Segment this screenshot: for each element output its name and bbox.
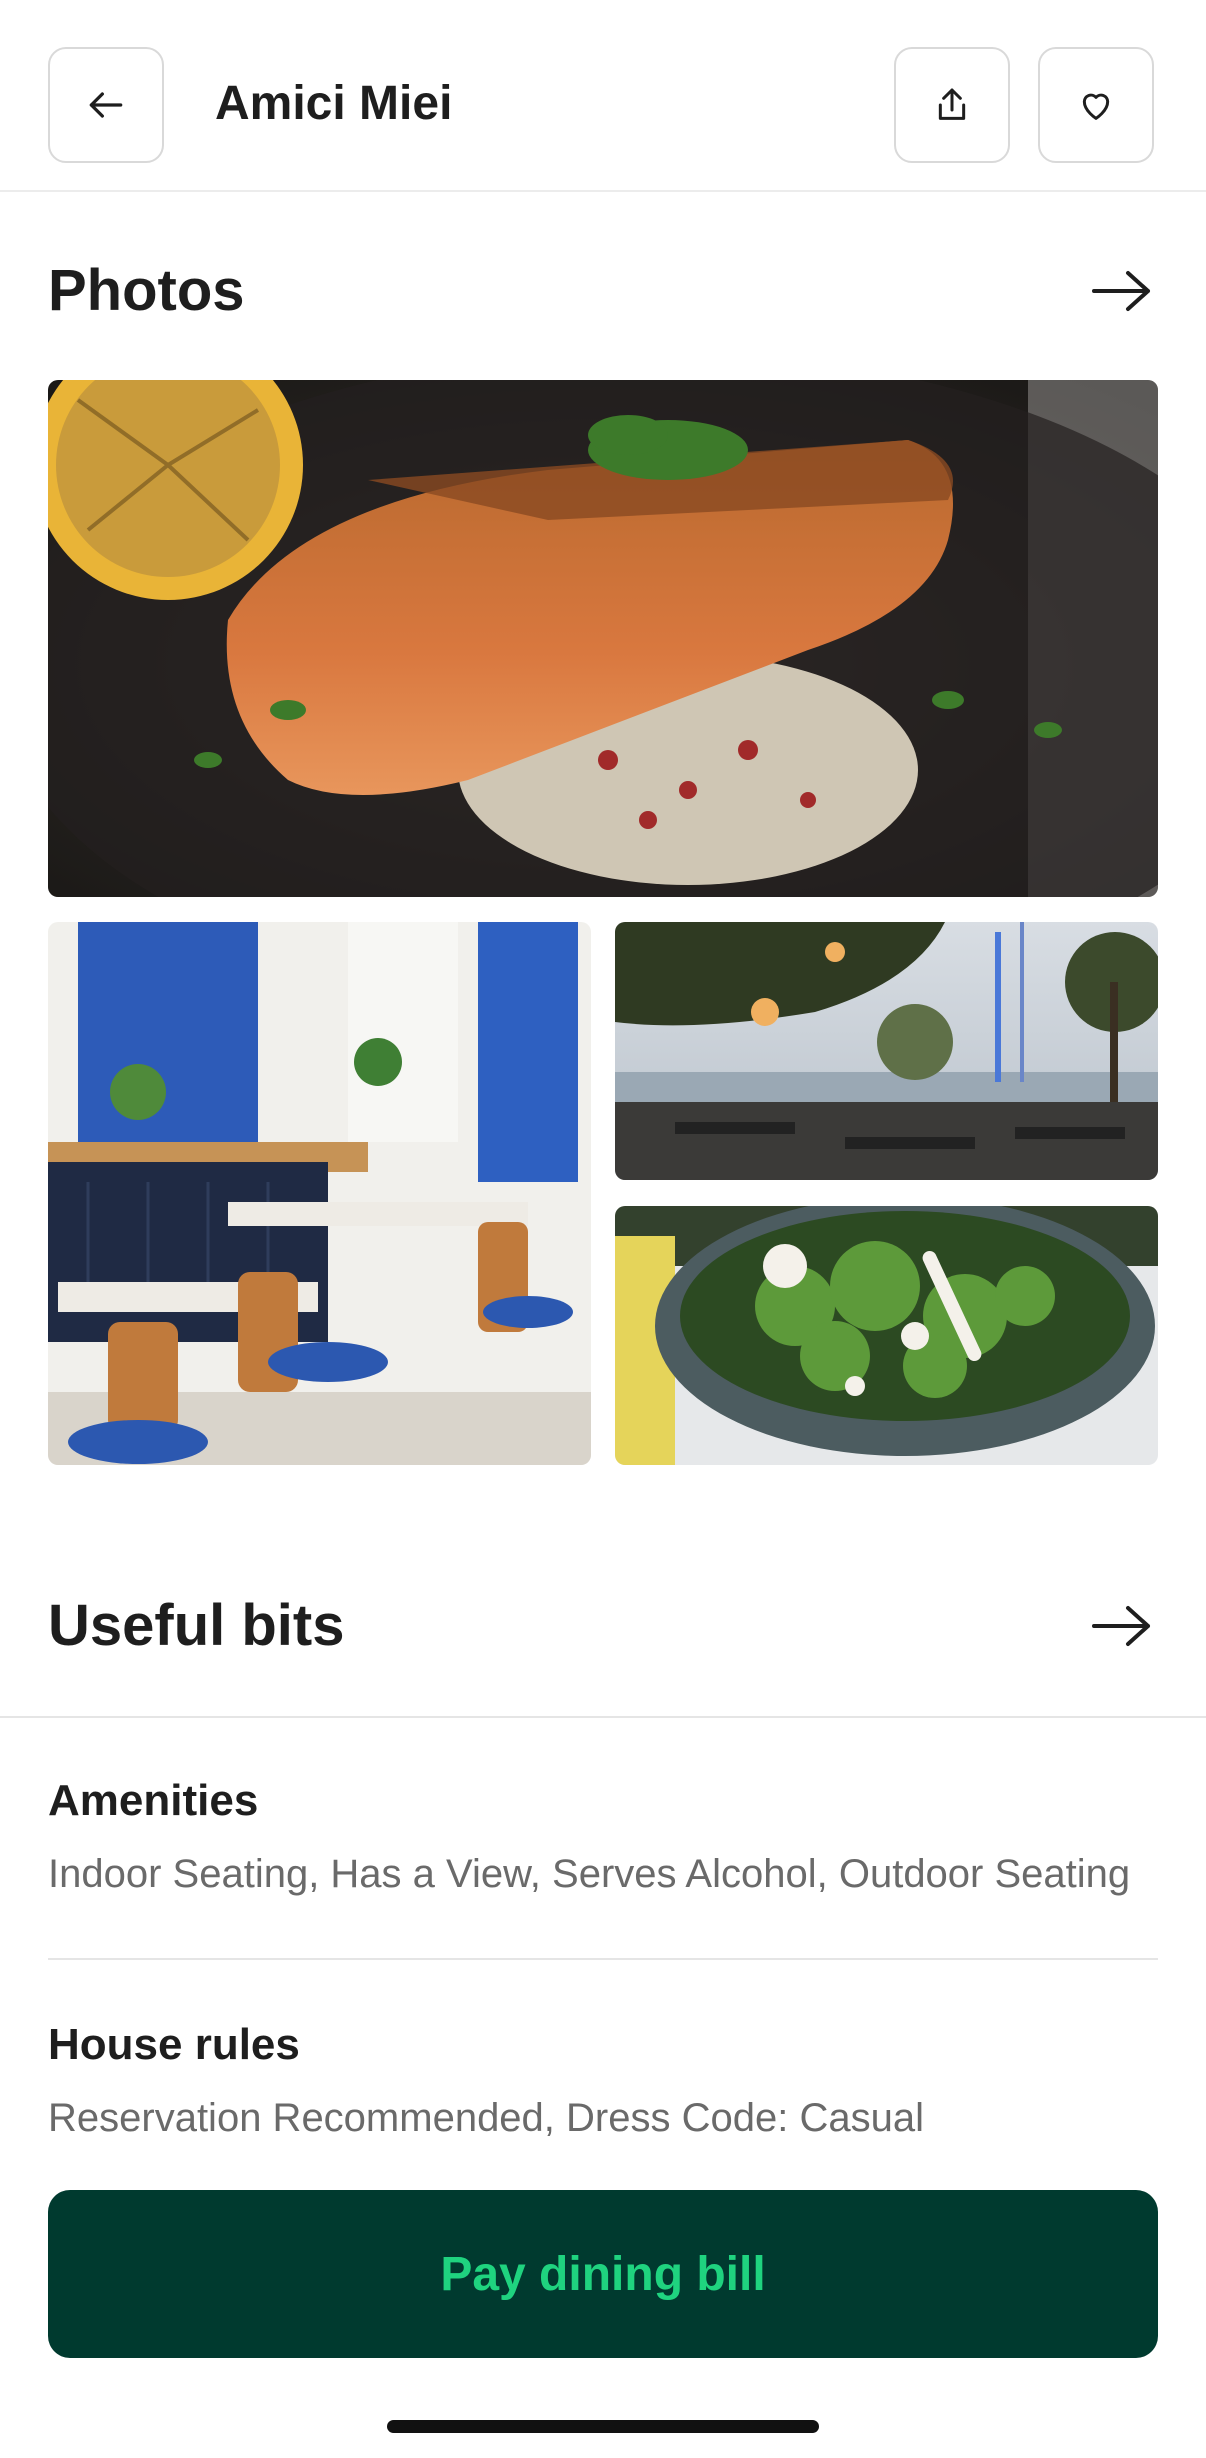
- photos-see-all-button[interactable]: [1088, 268, 1154, 314]
- house-rules-title: House rules: [48, 2020, 300, 2069]
- section-divider: [0, 1716, 1206, 1718]
- arrow-left-icon: [89, 92, 123, 118]
- home-indicator: [387, 2420, 819, 2433]
- favorite-button[interactable]: [1038, 47, 1154, 163]
- amenities-title: Amenities: [48, 1776, 259, 1825]
- useful-bits-section-title: Useful bits: [48, 1593, 345, 1658]
- house-rules-text: Reservation Recommended, Dress Code: Cas…: [48, 2096, 924, 2140]
- pay-dining-bill-button[interactable]: Pay dining bill: [48, 2190, 1158, 2358]
- photo-outdoor-terrace[interactable]: [615, 922, 1158, 1180]
- item-divider: [48, 1958, 1158, 1960]
- photo-kale-salad[interactable]: [615, 1206, 1158, 1465]
- useful-bits-see-all-button[interactable]: [1088, 1603, 1154, 1649]
- page-title: Amici Miei: [215, 77, 453, 130]
- back-button[interactable]: [48, 47, 164, 163]
- pay-dining-bill-label: Pay dining bill: [440, 2247, 766, 2301]
- heart-icon: [1082, 93, 1110, 120]
- arrow-right-icon: [1092, 1606, 1150, 1646]
- photo-dining-room[interactable]: [48, 922, 591, 1465]
- arrow-right-icon: [1092, 271, 1150, 311]
- share-button[interactable]: [894, 47, 1010, 163]
- top-bar: Amici Miei: [0, 0, 1206, 192]
- amenities-text: Indoor Seating, Has a View, Serves Alcoh…: [48, 1852, 1131, 1896]
- photo-salmon-dish[interactable]: [48, 380, 1158, 897]
- photos-section-title: Photos: [48, 258, 245, 323]
- share-icon: [938, 88, 966, 120]
